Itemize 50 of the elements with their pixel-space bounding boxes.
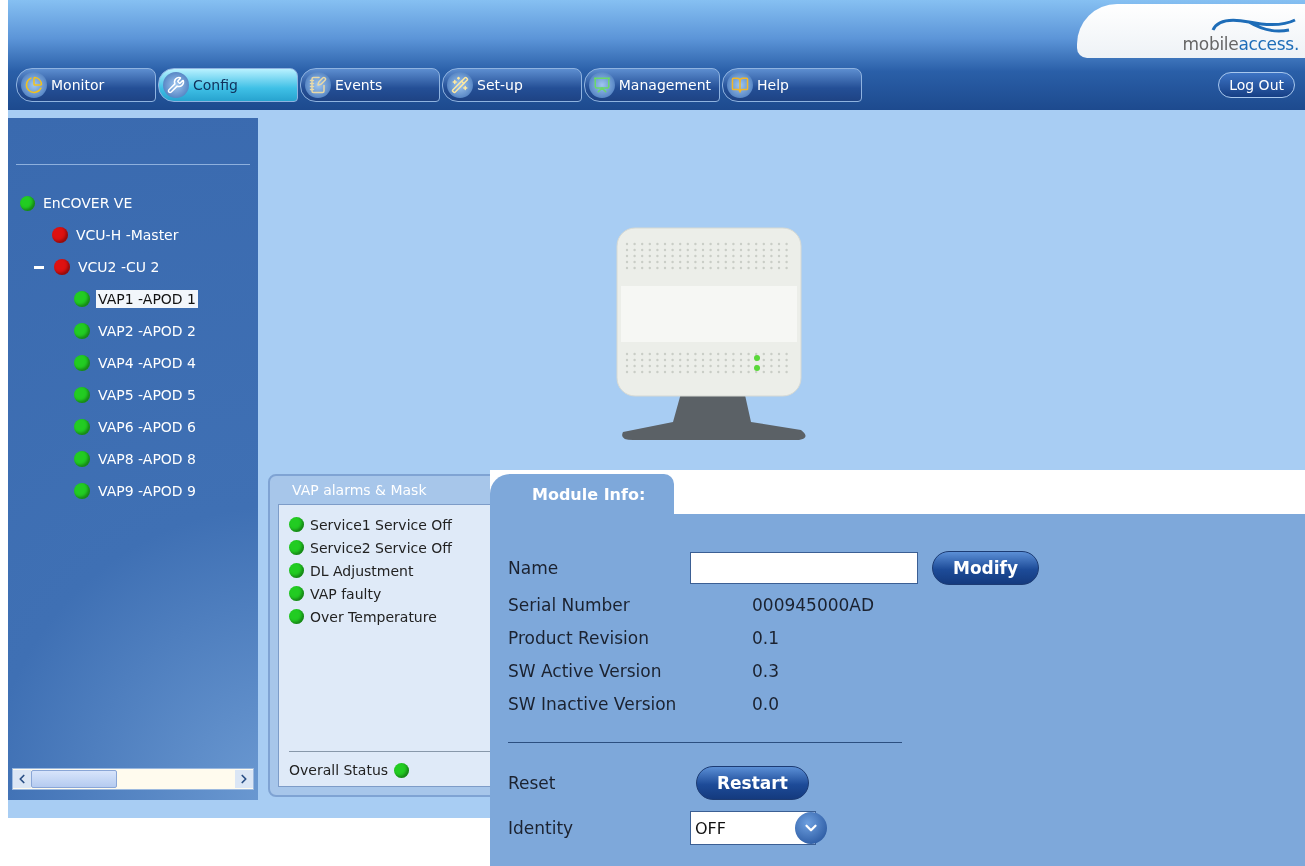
horizontal-scrollbar[interactable] bbox=[12, 768, 254, 790]
field-label: Serial Number bbox=[508, 594, 631, 615]
alarm-label: Over Temperature bbox=[310, 608, 437, 625]
nav-tab[interactable]: Config bbox=[158, 68, 298, 102]
alarm-label: VAP faulty bbox=[310, 585, 382, 602]
tree-item[interactable]: VAP9 -APOD 9 bbox=[96, 482, 198, 500]
tree-item[interactable]: VCU2 -CU 2 bbox=[76, 258, 162, 276]
alarm-label: DL Adjustment bbox=[310, 562, 414, 579]
tree-item[interactable]: VCU-H -Master bbox=[74, 226, 181, 244]
tree-item[interactable]: EnCOVER VE bbox=[41, 194, 135, 212]
field-value: 0.3 bbox=[752, 660, 781, 681]
field-label: Name bbox=[508, 558, 560, 578]
collapse-icon[interactable] bbox=[34, 265, 44, 269]
management-icon bbox=[589, 72, 615, 98]
field-value: 0.0 bbox=[752, 693, 781, 714]
alarm-label: Service1 Service Off bbox=[310, 516, 452, 533]
nav-tab[interactable]: Help bbox=[722, 68, 862, 102]
monitor-icon bbox=[21, 72, 47, 98]
field-label: Identity bbox=[508, 818, 575, 838]
tree-item[interactable]: VAP6 -APOD 6 bbox=[96, 418, 198, 436]
field-label: Reset bbox=[508, 773, 557, 793]
setup-icon bbox=[447, 72, 473, 98]
config-icon bbox=[163, 72, 189, 98]
modify-button[interactable]: Modify bbox=[932, 551, 1040, 585]
restart-button[interactable]: Restart bbox=[696, 766, 809, 800]
field-value: 0.1 bbox=[752, 627, 781, 648]
nav-tab[interactable]: Set-up bbox=[442, 68, 582, 102]
field-label: SW Active Version bbox=[508, 660, 663, 681]
scroll-left-icon[interactable] bbox=[13, 770, 31, 788]
scroll-right-icon[interactable] bbox=[235, 770, 253, 788]
alarm-label: Service2 Service Off bbox=[310, 539, 452, 556]
tree-item[interactable]: VAP2 -APOD 2 bbox=[96, 322, 198, 340]
field-label: SW Inactive Version bbox=[508, 693, 678, 714]
tree-item[interactable]: VAP8 -APOD 8 bbox=[96, 450, 198, 468]
help-icon bbox=[727, 72, 753, 98]
dropdown-icon[interactable] bbox=[795, 812, 827, 844]
tree-item[interactable]: VAP5 -APOD 5 bbox=[96, 386, 198, 404]
field-label: Product Revision bbox=[508, 627, 650, 648]
name-input-field[interactable] bbox=[690, 552, 918, 584]
overall-status-label: Overall Status bbox=[289, 762, 389, 778]
events-icon bbox=[305, 72, 331, 98]
tree-item[interactable]: VAP4 -APOD 4 bbox=[96, 354, 198, 372]
scroll-thumb[interactable] bbox=[31, 770, 117, 788]
logo-text: mobileaccess. bbox=[1182, 34, 1299, 54]
logout-button[interactable]: Log Out bbox=[1218, 72, 1295, 98]
nav-tab[interactable]: Management bbox=[584, 68, 720, 102]
nav-tab[interactable]: Monitor bbox=[16, 68, 156, 102]
field-value: 000945000AD bbox=[752, 594, 876, 615]
tree-item[interactable]: VAP1 -APOD 1 bbox=[96, 290, 198, 308]
nav-tab[interactable]: Events bbox=[300, 68, 440, 102]
